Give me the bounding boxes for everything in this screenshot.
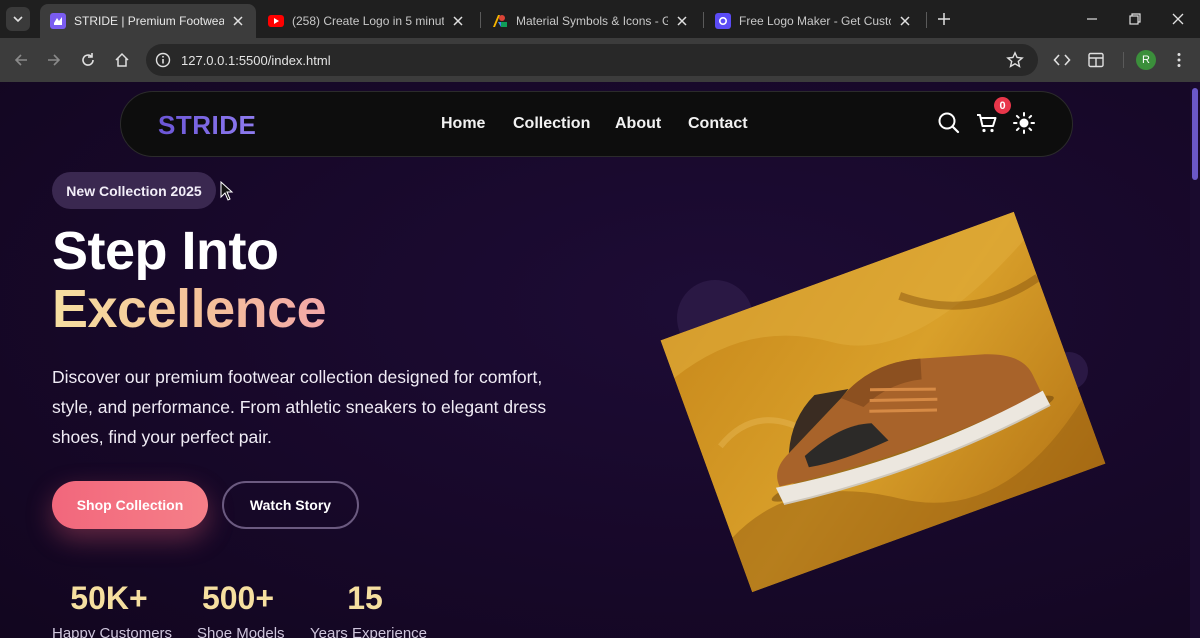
new-collection-badge: New Collection 2025	[52, 172, 216, 209]
close-icon[interactable]	[230, 13, 246, 29]
youtube-icon	[268, 15, 284, 27]
back-button[interactable]	[9, 48, 33, 72]
watch-story-button[interactable]: Watch Story	[222, 481, 359, 529]
arrow-right-icon	[48, 54, 61, 66]
nav-link-contact[interactable]: Contact	[688, 115, 748, 133]
restore-button[interactable]	[1123, 8, 1147, 30]
shopping-cart-icon	[977, 114, 997, 133]
tab-title: Free Logo Maker - Get Custom	[739, 14, 891, 28]
stat-label: Happy Customers	[52, 625, 173, 638]
home-button[interactable]	[110, 48, 134, 72]
url-text[interactable]: 127.0.0.1:5500/index.html	[181, 53, 331, 68]
code-icon	[1053, 54, 1071, 66]
stat-value: 50K+	[70, 580, 148, 616]
search-button[interactable]	[936, 110, 962, 136]
close-icon[interactable]	[897, 13, 913, 29]
google-fonts-icon	[492, 13, 508, 29]
page-viewport: STRIDE Home Collection About Contact 0 N…	[0, 82, 1200, 638]
bookmark-star-icon[interactable]	[1006, 51, 1024, 69]
browser-toolbar: 127.0.0.1:5500/index.html R	[0, 38, 1200, 82]
scrollbar-thumb[interactable]	[1192, 88, 1198, 180]
close-icon[interactable]	[674, 13, 690, 29]
address-bar[interactable]: 127.0.0.1:5500/index.html	[146, 44, 1038, 76]
tab-youtube[interactable]: (258) Create Logo in 5 minutes	[258, 4, 476, 38]
cart-button[interactable]	[974, 110, 1000, 136]
mouse-cursor-icon	[220, 181, 234, 201]
stat-label: Years Experience	[310, 625, 428, 638]
close-icon	[1172, 13, 1184, 25]
devtools-button[interactable]	[1051, 49, 1073, 71]
hero-headline-line1: Step Into	[52, 221, 279, 281]
tab-separator	[480, 12, 481, 28]
stat-value: 500+	[201, 580, 275, 616]
tab-title: Material Symbols & Icons - Goo	[516, 14, 668, 28]
close-window-button[interactable]	[1166, 8, 1190, 30]
toolbar-divider	[1123, 52, 1124, 68]
tab-title: (258) Create Logo in 5 minutes	[292, 14, 444, 28]
sun-icon	[1013, 112, 1035, 134]
hero-headline-line2: Excellence	[52, 279, 327, 339]
tab-separator	[926, 12, 927, 28]
search-icon	[938, 112, 960, 134]
side-panel-button[interactable]	[1085, 49, 1107, 71]
close-icon[interactable]	[450, 13, 466, 29]
reload-button[interactable]	[76, 48, 100, 72]
nav-link-home[interactable]: Home	[441, 115, 485, 133]
sneaker-photo	[660, 211, 1106, 593]
home-icon	[115, 52, 129, 67]
theme-toggle-button[interactable]	[1011, 110, 1037, 136]
nav-link-collection[interactable]: Collection	[513, 115, 590, 133]
minimize-button[interactable]	[1080, 8, 1104, 30]
tab-search-button[interactable]	[6, 7, 30, 31]
tab-stride[interactable]: STRIDE | Premium Footwear Co	[40, 4, 256, 38]
hero-description: Discover our premium footwear collection…	[52, 367, 547, 447]
logo-maker-icon	[715, 13, 731, 29]
stat-value: 15	[347, 580, 383, 616]
tab-title: STRIDE | Premium Footwear Co	[74, 14, 224, 28]
tab-separator	[703, 12, 704, 28]
nav-link-about[interactable]: About	[615, 115, 661, 133]
restore-icon	[1129, 13, 1141, 25]
browser-tabstrip: STRIDE | Premium Footwear Co (258) Creat…	[0, 0, 1200, 38]
minimize-icon	[1087, 18, 1097, 20]
more-vert-icon	[1177, 53, 1181, 67]
stat-label: Shoe Models	[197, 625, 285, 638]
shop-collection-button[interactable]: Shop Collection	[52, 481, 208, 529]
info-icon[interactable]	[154, 51, 172, 69]
stride-favicon	[50, 13, 66, 29]
site-logo[interactable]: STRIDE	[158, 110, 256, 141]
site-navbar: STRIDE Home Collection About Contact 0	[120, 91, 1073, 157]
tab-logo-maker[interactable]: Free Logo Maker - Get Custom	[705, 4, 923, 38]
reload-icon	[82, 53, 94, 66]
tab-material-symbols[interactable]: Material Symbols & Icons - Goo	[482, 4, 700, 38]
side-panel-icon	[1088, 52, 1104, 68]
chevron-down-icon	[13, 16, 23, 23]
new-tab-button[interactable]	[934, 9, 954, 29]
menu-button[interactable]	[1168, 49, 1190, 71]
hero-product-image	[660, 211, 1106, 593]
forward-button[interactable]	[42, 48, 66, 72]
plus-icon	[938, 13, 950, 25]
page-scrollbar[interactable]	[1190, 82, 1200, 638]
cart-count-badge: 0	[994, 97, 1011, 114]
profile-avatar[interactable]: R	[1136, 50, 1156, 70]
arrow-left-icon	[14, 54, 27, 66]
